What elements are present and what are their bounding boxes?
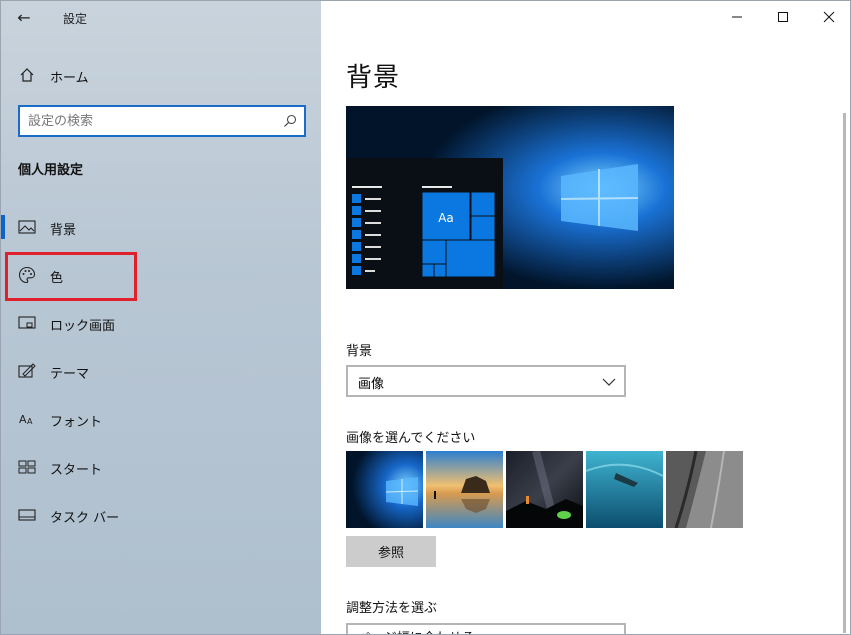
minimize-button[interactable] bbox=[714, 1, 760, 33]
sidebar-item-label: ホーム bbox=[50, 71, 89, 86]
app-title: 設定 bbox=[63, 12, 88, 26]
start-icon bbox=[17, 457, 37, 477]
settings-window: ← 設定 ホーム 個人用設定 背景 色 bbox=[0, 0, 851, 635]
choose-picture-label: 画像を選んでください bbox=[346, 431, 476, 446]
lock-screen-icon bbox=[17, 313, 37, 333]
theme-icon bbox=[17, 361, 37, 381]
sidebar-item-theme[interactable]: テーマ bbox=[1, 351, 321, 391]
search-input[interactable] bbox=[28, 111, 278, 131]
font-icon: AA bbox=[17, 409, 37, 429]
picture-thumbnail[interactable] bbox=[666, 451, 743, 528]
sidebar-item-label: ロック画面 bbox=[50, 319, 116, 334]
sidebar-item-taskbar[interactable]: タスク バー bbox=[1, 495, 321, 535]
search-icon[interactable] bbox=[282, 113, 298, 129]
fit-dropdown-value: ページ幅に合わせる bbox=[358, 627, 475, 634]
section-title: 個人用設定 bbox=[18, 163, 84, 178]
title-row: ← 設定 bbox=[1, 1, 321, 35]
background-dropdown[interactable]: 画像 bbox=[346, 365, 626, 397]
search-box[interactable] bbox=[18, 105, 306, 137]
picture-thumbnail[interactable] bbox=[346, 451, 423, 528]
main-content: 背景 Aa 背景 画像 画像を選んでください 参照 調整方法を選ぶ bbox=[321, 1, 850, 634]
sidebar-item-home[interactable]: ホーム bbox=[1, 55, 321, 95]
svg-text:A: A bbox=[19, 413, 27, 426]
sidebar-item-start[interactable]: スタート bbox=[1, 447, 321, 487]
sidebar-item-label: フォント bbox=[50, 415, 103, 430]
preview-tile-text: Aa bbox=[438, 211, 454, 225]
picture-thumbnail[interactable] bbox=[586, 451, 663, 528]
maximize-button[interactable] bbox=[760, 1, 806, 33]
window-controls bbox=[714, 1, 850, 33]
picture-icon bbox=[17, 217, 37, 237]
sidebar-item-label: 背景 bbox=[50, 223, 77, 238]
picture-thumbnail[interactable] bbox=[506, 451, 583, 528]
browse-button[interactable]: 参照 bbox=[346, 536, 436, 567]
sidebar-item-label: タスク バー bbox=[50, 511, 120, 526]
home-icon bbox=[17, 65, 37, 85]
scrollbar[interactable] bbox=[843, 113, 846, 633]
taskbar-icon bbox=[17, 505, 37, 525]
svg-text:A: A bbox=[27, 417, 33, 426]
close-button[interactable] bbox=[806, 1, 850, 33]
background-dropdown-value: 画像 bbox=[358, 377, 385, 392]
chevron-down-icon bbox=[602, 374, 616, 388]
background-label: 背景 bbox=[346, 344, 373, 359]
fit-dropdown[interactable]: ページ幅に合わせる bbox=[346, 623, 626, 634]
fit-label: 調整方法を選ぶ bbox=[346, 601, 438, 616]
sidebar-item-font[interactable]: AA フォント bbox=[1, 399, 321, 439]
highlight-annotation bbox=[5, 252, 137, 301]
background-preview: Aa bbox=[346, 106, 674, 289]
page-title: 背景 bbox=[346, 63, 401, 93]
picture-thumbnail[interactable] bbox=[426, 451, 503, 528]
sidebar-item-lock-screen[interactable]: ロック画面 bbox=[1, 303, 321, 343]
sidebar-item-background[interactable]: 背景 bbox=[1, 207, 321, 247]
sidebar: ← 設定 ホーム 個人用設定 背景 色 bbox=[1, 1, 321, 634]
sidebar-item-label: テーマ bbox=[50, 367, 90, 382]
back-arrow-icon[interactable]: ← bbox=[11, 5, 37, 31]
sidebar-item-label: スタート bbox=[50, 463, 103, 478]
